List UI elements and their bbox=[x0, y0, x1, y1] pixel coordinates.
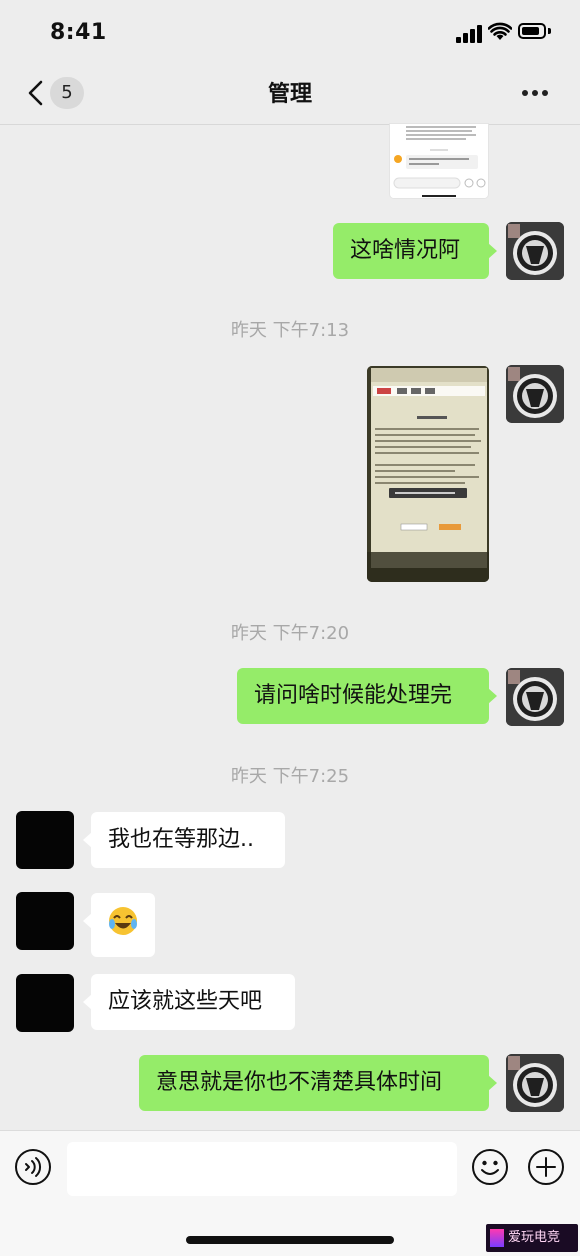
avatar-other[interactable] bbox=[16, 892, 74, 950]
unread-count-badge[interactable]: 5 bbox=[50, 77, 84, 109]
watermark-text: 爱玩电竞 bbox=[508, 1230, 561, 1245]
avatar-self[interactable] bbox=[506, 222, 564, 280]
message-bubble-self[interactable]: 意思就是你也不清楚具体时间 bbox=[139, 1055, 497, 1111]
avatar-logo-icon bbox=[506, 365, 564, 423]
battery-icon bbox=[518, 23, 546, 39]
shared-photo-image[interactable] bbox=[367, 366, 489, 582]
signal-icon bbox=[456, 25, 484, 43]
avatar-self[interactable] bbox=[506, 365, 564, 423]
avatar-logo-icon bbox=[506, 222, 564, 280]
battery-nub bbox=[548, 28, 551, 34]
message-bubble-self[interactable]: 请问啥时候能处理完 bbox=[237, 668, 497, 724]
message-bubble-self[interactable]: 这啥情况阿 bbox=[333, 223, 497, 279]
status-time: 8:41 bbox=[50, 20, 107, 45]
photo-of-monitor bbox=[367, 366, 489, 582]
shared-screenshot-image[interactable] bbox=[390, 124, 488, 198]
wifi-icon bbox=[488, 22, 512, 40]
avatar-self[interactable] bbox=[506, 1054, 564, 1112]
back-chevron-icon[interactable] bbox=[24, 78, 48, 108]
avatar-other[interactable] bbox=[16, 974, 74, 1032]
message-bubble-other[interactable]: 我也在等那边.. bbox=[83, 812, 285, 868]
emoji-icon[interactable] bbox=[471, 1148, 509, 1186]
watermark-logo-icon bbox=[490, 1229, 504, 1247]
voice-icon[interactable] bbox=[14, 1148, 52, 1186]
screenshot-thumbnail bbox=[390, 124, 488, 198]
message-bubble-emoji[interactable] bbox=[83, 893, 155, 957]
message-bubble-other[interactable]: 应该就这些天吧 bbox=[83, 974, 295, 1030]
site-watermark: 爱玩电竞 bbox=[486, 1224, 578, 1252]
home-indicator bbox=[186, 1236, 394, 1244]
chat-title: 管理 bbox=[267, 82, 312, 107]
avatar-self[interactable] bbox=[506, 668, 564, 726]
avatar-logo-icon bbox=[506, 668, 564, 726]
laughing-tears-emoji-icon bbox=[109, 907, 137, 935]
avatar-logo-icon bbox=[506, 1054, 564, 1112]
more-icon[interactable] bbox=[520, 86, 550, 100]
message-timestamp: 昨天 下午7:20 bbox=[230, 623, 350, 644]
plus-icon[interactable] bbox=[527, 1148, 565, 1186]
message-input[interactable] bbox=[67, 1142, 457, 1196]
message-timestamp: 昨天 下午7:25 bbox=[230, 766, 350, 787]
avatar-other[interactable] bbox=[16, 811, 74, 869]
message-timestamp: 昨天 下午7:13 bbox=[230, 320, 350, 341]
